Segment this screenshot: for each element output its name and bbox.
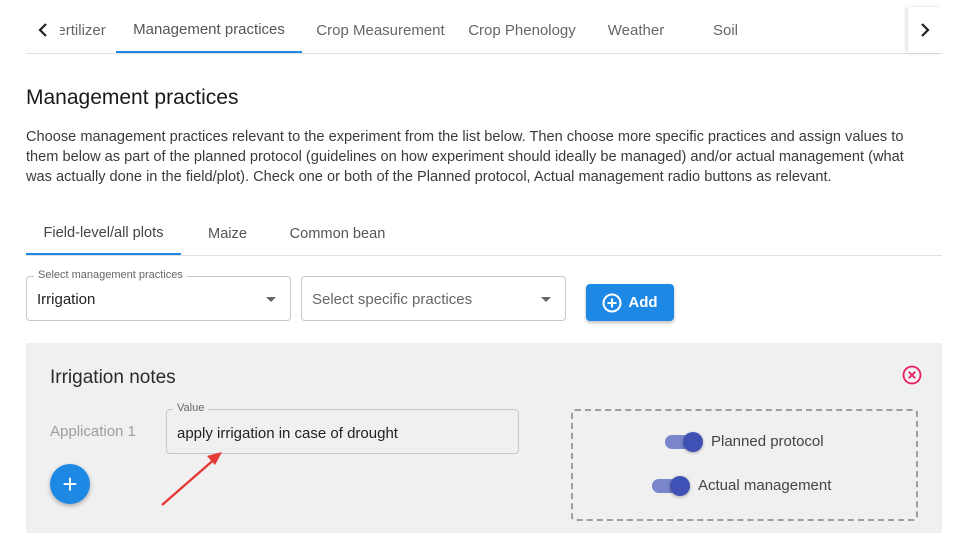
- page-description: Choose management practices relevant to …: [26, 129, 904, 185]
- close-circle-icon[interactable]: [902, 365, 922, 385]
- switch-knob: [683, 431, 703, 452]
- irrigation-notes-panel: Irrigation notes Application 1 Value app…: [26, 343, 942, 533]
- actual-management-label: Actual management: [698, 477, 832, 494]
- tab-scroll-right-button[interactable]: [908, 7, 942, 53]
- page-title: Management practices: [26, 86, 239, 109]
- planned-protocol-switch[interactable]: [665, 431, 703, 452]
- tab-fertilizer[interactable]: Fertilizer: [60, 7, 116, 53]
- tab-field-level[interactable]: Field-level/all plots: [26, 212, 181, 255]
- tab-management-practices[interactable]: Management practices: [116, 7, 302, 53]
- planned-protocol-toggle[interactable]: Planned protocol: [665, 431, 824, 452]
- management-practices-select-value: Irrigation: [37, 291, 96, 308]
- chevron-right-icon: [921, 23, 930, 37]
- tab-common-bean-label: Common bean: [289, 225, 386, 242]
- protocol-toggle-group: Planned protocol Actual management: [571, 409, 918, 521]
- tab-crop-measurement[interactable]: Crop Measurement: [302, 7, 459, 53]
- plus-circle-icon: [602, 293, 622, 312]
- crop-tab-bar: Field-level/all plots Maize Common bean: [26, 212, 942, 256]
- value-input-text: apply irrigation in case of drought: [177, 425, 398, 442]
- add-practice-button[interactable]: Add: [586, 284, 674, 321]
- value-input-label: Value: [173, 402, 209, 414]
- tab-scroll-left-button[interactable]: [26, 7, 60, 53]
- tab-soil-label: Soil: [712, 21, 738, 39]
- tab-weather-label: Weather: [607, 21, 665, 39]
- tab-crop-measurement-label: Crop Measurement: [316, 21, 445, 39]
- top-tab-bar: Fertilizer Management practices Crop Mea…: [26, 7, 942, 54]
- tab-weather[interactable]: Weather: [585, 7, 687, 53]
- caret-down-icon: [266, 297, 276, 302]
- actual-management-toggle[interactable]: Actual management: [652, 475, 832, 496]
- value-input[interactable]: Value apply irrigation in case of drough…: [166, 402, 519, 454]
- add-practice-button-label: Add: [628, 294, 658, 311]
- management-practices-select-label: Select management practices: [34, 269, 187, 281]
- tab-fertilizer-label: Fertilizer: [60, 21, 106, 39]
- add-application-button[interactable]: +: [50, 464, 90, 504]
- tab-management-practices-label: Management practices: [133, 20, 285, 38]
- tab-crop-phenology-label: Crop Phenology: [468, 21, 576, 39]
- tab-field-level-label: Field-level/all plots: [43, 224, 164, 241]
- management-practices-select[interactable]: Select management practices Irrigation: [26, 269, 291, 321]
- specific-practices-placeholder: Select specific practices: [312, 291, 473, 308]
- plus-icon: +: [62, 468, 78, 499]
- tab-crop-phenology[interactable]: Crop Phenology: [459, 7, 585, 53]
- panel-title: Irrigation notes: [50, 367, 176, 388]
- caret-down-icon: [541, 297, 551, 302]
- planned-protocol-label: Planned protocol: [711, 433, 824, 450]
- tab-soil[interactable]: Soil: [687, 7, 764, 53]
- application-label: Application 1: [50, 423, 136, 440]
- switch-knob: [670, 475, 690, 496]
- tab-common-bean[interactable]: Common bean: [274, 212, 401, 255]
- chevron-left-icon: [38, 23, 47, 37]
- tab-maize-label: Maize: [208, 225, 247, 242]
- tabs-track: Fertilizer Management practices Crop Mea…: [60, 7, 764, 53]
- tabs-viewport: Fertilizer Management practices Crop Mea…: [60, 7, 908, 53]
- specific-practices-select[interactable]: Select specific practices: [301, 276, 566, 321]
- actual-management-switch[interactable]: [652, 475, 690, 496]
- tab-maize[interactable]: Maize: [181, 212, 274, 255]
